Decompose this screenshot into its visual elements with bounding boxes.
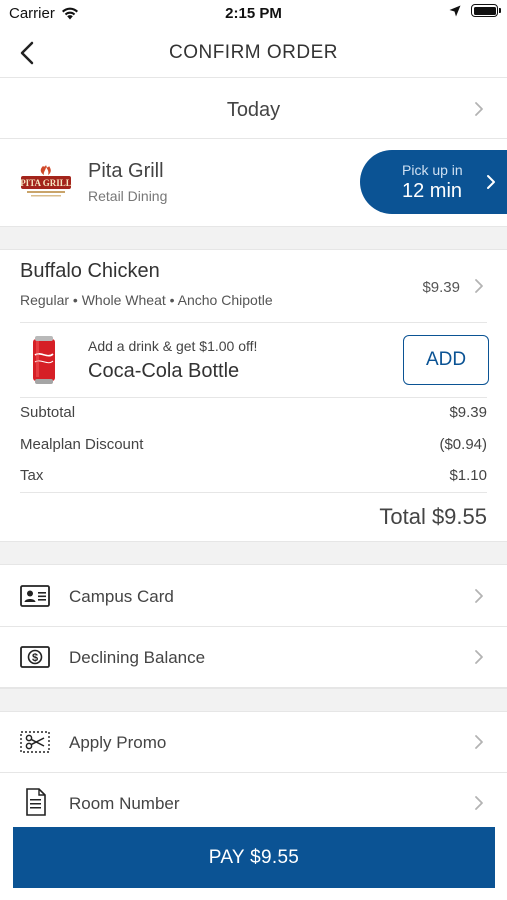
pita-grill-logo: PITA GRILL [20,165,72,197]
status-bar: Carrier 2:15 PM [0,0,507,28]
order-item-options: Regular • Whole Wheat • Ancho Chipotle [20,292,273,308]
svg-text:$: $ [32,652,38,664]
order-item-price: $9.39 [422,279,460,296]
order-item-row[interactable]: Buffalo Chicken Regular • Whole Wheat • … [0,250,507,322]
pickup-time: 12 min [402,180,463,202]
schedule-label: Today [226,99,281,121]
status-time: 2:15 PM [225,5,282,22]
coca-cola-can-icon [33,336,55,384]
tax-label: Tax [20,467,44,484]
payment-method-declining-balance[interactable]: $ Declining Balance [0,627,507,688]
store-name: Pita Grill [88,160,164,182]
navigation-header: CONFIRM ORDER [0,28,507,78]
room-number-label: Room Number [69,794,180,813]
payment-method-label: Declining Balance [69,648,206,667]
pay-button-area: PAY $9.55 [0,826,507,900]
section-separator [0,688,507,712]
drink-promo-text: Add a drink & get $1.00 off! [88,338,258,354]
section-separator [0,541,507,565]
chevron-right-icon [475,589,483,603]
discount-value: ($0.94) [439,436,487,453]
apply-promo-label: Apply Promo [69,733,167,752]
status-right [449,4,501,17]
subtotal-label: Subtotal [20,404,76,421]
drink-upsell-row: Add a drink & get $1.00 off! Coca-Cola B… [0,323,507,397]
tax-value: $1.10 [449,467,487,484]
svg-text:PITA GRILL: PITA GRILL [20,178,72,188]
pickup-label: Pick up in [402,162,463,178]
divider [20,492,487,493]
id-card-icon [20,585,50,607]
subtotal-row: Subtotal $9.39 [20,404,487,426]
order-total: Total $9.55 [379,504,487,529]
scissors-coupon-icon [20,731,50,753]
discount-label: Mealplan Discount [20,436,144,453]
store-type: Retail Dining [88,188,168,204]
page-title: CONFIRM ORDER [168,42,339,63]
discount-row: Mealplan Discount ($0.94) [20,436,487,458]
payment-method-campus-card[interactable]: Campus Card [0,566,507,627]
add-drink-button[interactable]: ADD [403,335,489,385]
tax-row: Tax $1.10 [20,467,487,489]
subtotal-value: $9.39 [449,404,487,421]
schedule-row[interactable]: Today [0,79,507,139]
chevron-right-icon [475,735,483,749]
pay-button[interactable]: PAY $9.55 [13,827,495,888]
store-row: PITA GRILL Pita Grill Retail Dining Pick… [0,140,507,226]
battery-icon [471,4,501,17]
divider [20,397,487,398]
pickup-time-button[interactable]: Pick up in 12 min [360,150,507,214]
section-separator [0,226,507,250]
chevron-right-icon [487,175,495,189]
apply-promo-row[interactable]: Apply Promo [0,712,507,773]
document-icon [26,788,46,816]
order-item-name: Buffalo Chicken [20,260,160,282]
location-arrow-icon [449,5,461,16]
chevron-right-icon [475,279,483,293]
drink-name: Coca-Cola Bottle [88,360,240,382]
dollar-bill-icon: $ [20,646,50,668]
chevron-right-icon [475,102,483,116]
room-number-row[interactable]: Room Number [0,773,507,834]
chevron-right-icon [475,650,483,664]
chevron-right-icon [475,796,483,810]
payment-method-label: Campus Card [69,587,174,606]
